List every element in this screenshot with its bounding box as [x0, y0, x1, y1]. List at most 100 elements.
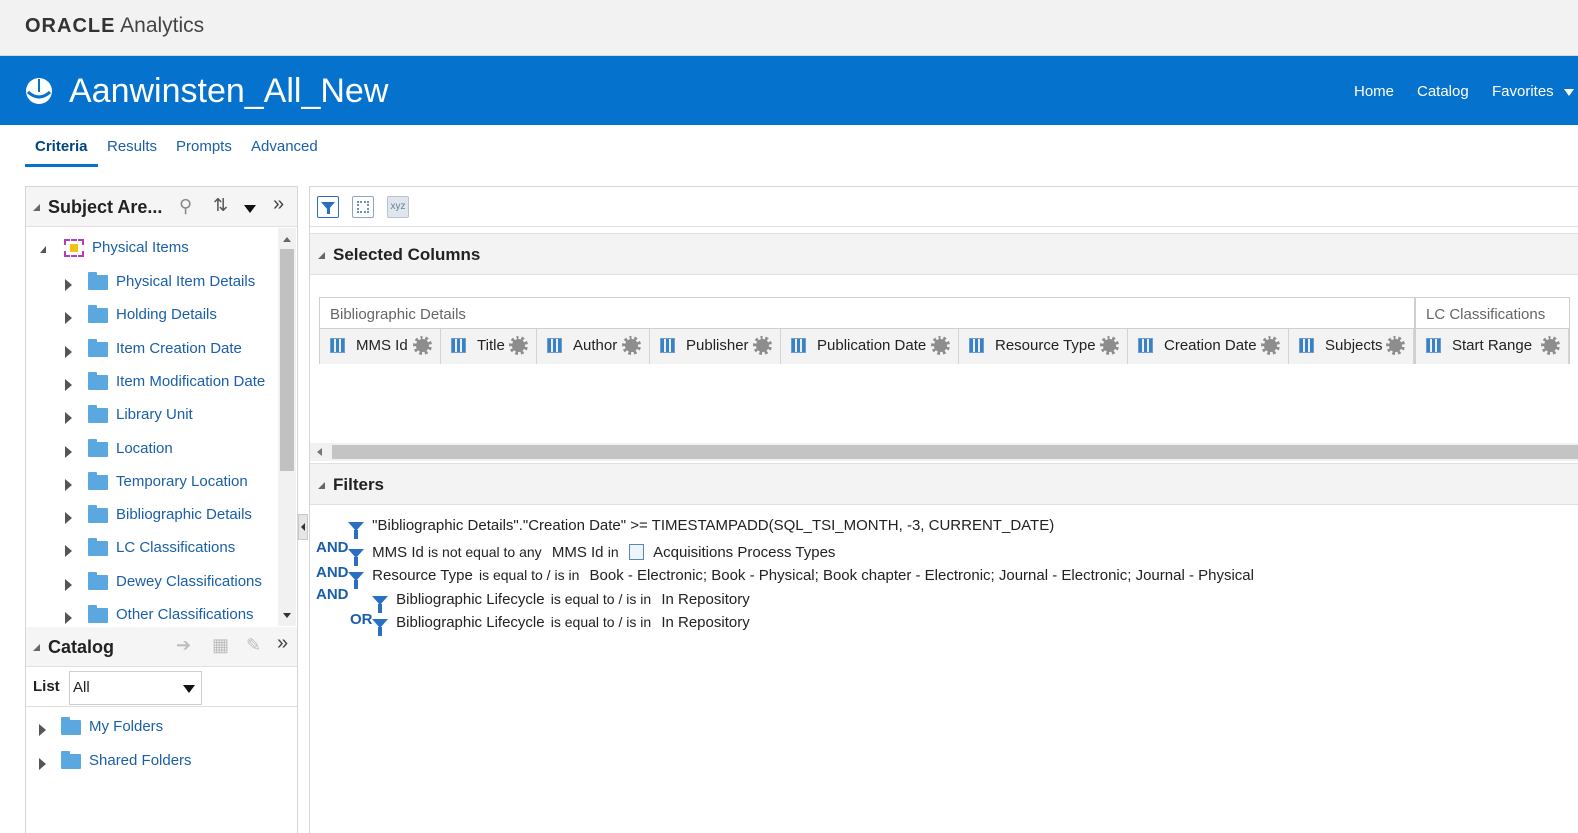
sql-xyz-icon[interactable]: xyz	[387, 196, 409, 218]
truck-icon[interactable]: ▦	[212, 635, 229, 656]
filter-operator-and[interactable]: AND	[316, 539, 349, 556]
filter-toolbar-icon[interactable]	[317, 196, 339, 218]
expand-triangle-icon[interactable]	[39, 758, 46, 770]
expand-triangle-icon[interactable]	[39, 724, 46, 736]
tab-results[interactable]: Results	[107, 138, 157, 163]
scroll-left-icon[interactable]	[317, 448, 322, 456]
gear-icon[interactable]	[753, 336, 772, 355]
expand-triangle-icon[interactable]	[65, 512, 72, 525]
collapse-pane-icon[interactable]: »	[277, 632, 288, 655]
filter-row[interactable]: MMS Id is not equal to any MMS Id in Acq…	[348, 544, 835, 566]
expand-triangle-icon[interactable]	[65, 578, 72, 591]
arrow-right-icon[interactable]: ➔	[176, 635, 191, 656]
subject-areas-title: Subject Are...	[48, 197, 163, 217]
filter-funnel-icon	[372, 618, 388, 636]
gear-icon[interactable]	[1261, 336, 1280, 355]
folder-icon	[88, 471, 108, 490]
saved-analysis-icon[interactable]	[628, 544, 644, 560]
gear-icon[interactable]	[622, 336, 641, 355]
column-icon	[451, 338, 466, 353]
selected-column[interactable]: Title	[441, 329, 537, 364]
expand-triangle-icon[interactable]	[65, 478, 72, 491]
expand-triangle-icon[interactable]	[65, 345, 72, 358]
tree-scroll-thumb[interactable]	[280, 249, 294, 471]
selected-column[interactable]: MMS Id	[320, 329, 441, 364]
selected-column[interactable]: Creation Date	[1128, 329, 1289, 364]
collapse-triangle-icon[interactable]	[33, 204, 40, 211]
gear-icon[interactable]	[931, 336, 950, 355]
nav-favorites-menu[interactable]: Favorites	[1492, 83, 1574, 100]
gear-icon[interactable]	[509, 336, 528, 355]
columns-scroll-thumb[interactable]	[332, 445, 1578, 459]
catalog-header: Catalog ➔ ▦ ✎ »	[26, 627, 297, 667]
collapse-triangle-icon[interactable]	[318, 252, 325, 259]
tab-advanced[interactable]: Advanced	[251, 138, 318, 163]
filter-row[interactable]: Bibliographic Lifecycle is equal to / is…	[372, 591, 750, 613]
catalog-title: Catalog	[48, 637, 115, 657]
selected-column[interactable]: Resource Type	[959, 329, 1128, 364]
gear-icon[interactable]	[413, 336, 432, 355]
tree-item-label: Item Modification Date	[116, 372, 266, 390]
nav-home-link[interactable]: Home	[1354, 83, 1394, 100]
gear-icon[interactable]	[1386, 336, 1405, 355]
sort-icon[interactable]: ⇅	[213, 195, 228, 216]
collapse-pane-icon[interactable]: »	[273, 193, 284, 216]
tab-criteria[interactable]: Criteria	[25, 132, 98, 167]
folder-icon	[61, 717, 81, 735]
analysis-title: Aanwinsten_All_New	[69, 72, 389, 110]
search-icon[interactable]: ⚲	[179, 196, 192, 217]
catalog-list-select[interactable]: All	[69, 671, 202, 705]
nav-catalog-link[interactable]: Catalog	[1417, 83, 1469, 100]
analysis-banner: Aanwinsten_All_New Home Catalog Favorite…	[0, 56, 1578, 125]
expand-triangle-icon[interactable]	[65, 412, 72, 425]
filter-row[interactable]: Resource Type is equal to / is in Book -…	[348, 567, 1254, 589]
selected-column[interactable]: Publication Date	[781, 329, 959, 364]
expand-triangle-icon[interactable]	[65, 279, 72, 291]
scroll-down-icon[interactable]	[283, 613, 291, 618]
column-label: Author	[573, 337, 618, 354]
filter-row[interactable]: Bibliographic Lifecycle is equal to / is…	[372, 614, 750, 636]
gear-icon[interactable]	[1100, 336, 1119, 355]
column-label: Title	[477, 337, 505, 354]
column-icon	[547, 338, 562, 353]
gear-icon[interactable]	[1541, 336, 1560, 355]
selected-column[interactable]: Subjects	[1289, 329, 1414, 364]
scroll-up-icon[interactable]	[283, 237, 291, 242]
column-label: MMS Id	[356, 337, 408, 354]
column-icon	[660, 338, 675, 353]
tree-item-label: LC Classifications	[116, 539, 236, 557]
tree-item-label: Item Creation Date	[116, 339, 242, 357]
catalog-folder-label: My Folders	[89, 718, 164, 735]
selected-column[interactable]: Start Range	[1416, 329, 1569, 364]
selected-column[interactable]: Publisher	[650, 329, 781, 364]
expand-triangle-icon[interactable]	[65, 612, 72, 624]
filter-operator-or[interactable]: OR	[350, 611, 373, 628]
filter-funnel-icon	[348, 571, 364, 589]
column-label: Subjects	[1325, 337, 1383, 354]
sort-dropdown-icon[interactable]	[244, 205, 256, 213]
tree-item-label: Other Classifications	[116, 606, 254, 623]
collapse-triangle-icon[interactable]	[33, 644, 40, 651]
filter-operator-and[interactable]: AND	[316, 564, 349, 581]
folder-icon	[88, 571, 108, 590]
expand-triangle-icon[interactable]	[65, 545, 72, 558]
filter-funnel-icon	[348, 521, 364, 539]
expand-triangle-icon[interactable]	[65, 378, 72, 391]
collapse-triangle-icon[interactable]	[318, 482, 325, 489]
expand-triangle-icon[interactable]	[65, 445, 72, 458]
expand-triangle-icon[interactable]	[65, 312, 72, 325]
combine-results-icon[interactable]	[352, 196, 374, 218]
splitter-collapse-handle[interactable]	[298, 514, 308, 540]
filters-header: Filters	[310, 463, 1578, 505]
filters-title: Filters	[333, 475, 385, 494]
column-icon	[969, 338, 984, 353]
folder-icon	[88, 405, 108, 424]
column-label: Resource Type	[995, 337, 1096, 354]
selected-column[interactable]: Author	[537, 329, 650, 364]
filter-operator-and-group[interactable]: AND	[316, 586, 349, 603]
edit-pencil-icon[interactable]: ✎	[246, 635, 261, 656]
tab-prompts[interactable]: Prompts	[176, 138, 232, 163]
columns-horizontal-scrollbar[interactable]	[310, 443, 1578, 461]
expanded-triangle-icon[interactable]	[40, 246, 46, 253]
filter-row[interactable]: "Bibliographic Details"."Creation Date" …	[348, 517, 1054, 539]
